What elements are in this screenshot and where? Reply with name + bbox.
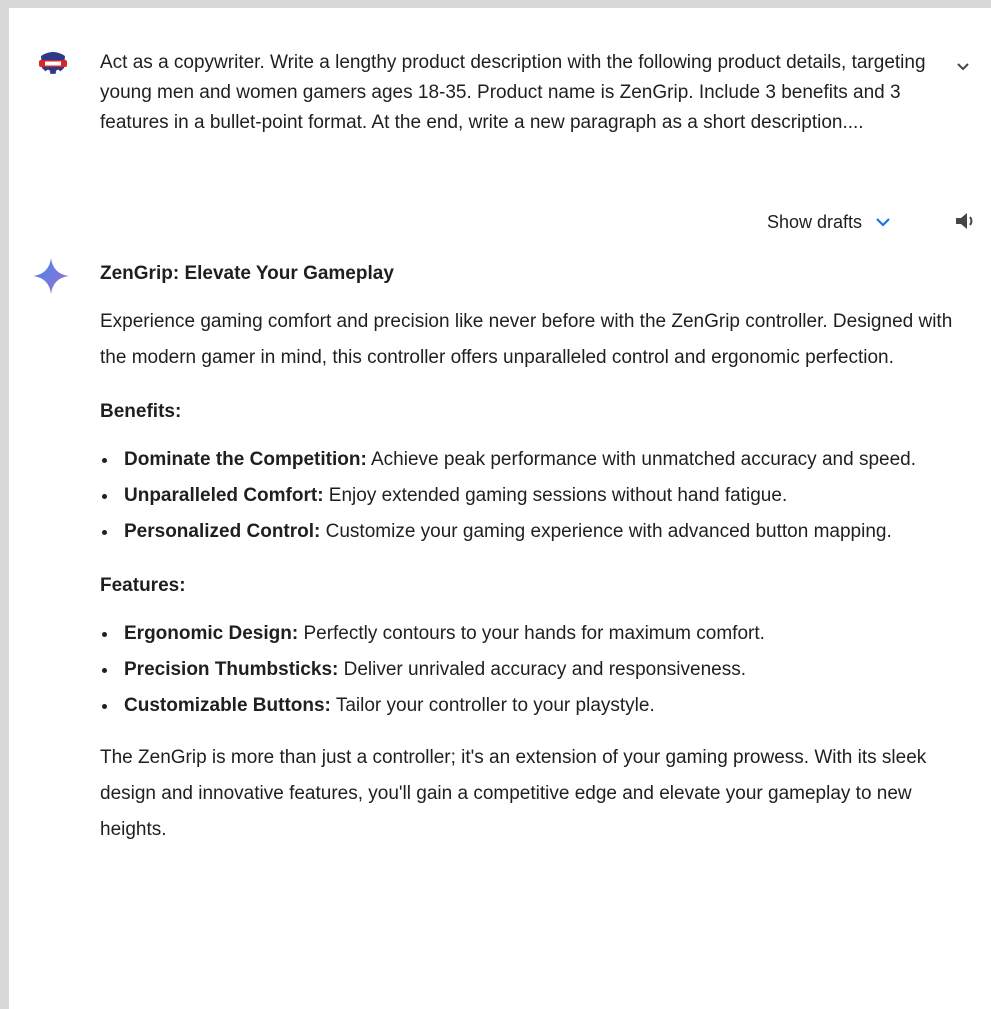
- list-item: Dominate the Competition: Achieve peak p…: [102, 442, 960, 478]
- benefit-text: Customize your gaming experience with ad…: [320, 521, 892, 542]
- chevron-down-icon: [876, 218, 890, 227]
- feature-label: Precision Thumbsticks:: [124, 659, 339, 680]
- chevron-down-icon[interactable]: [953, 56, 973, 76]
- drafts-toolbar: Show drafts: [9, 204, 991, 240]
- benefits-list: Dominate the Competition: Achieve peak p…: [100, 442, 960, 550]
- speaker-icon[interactable]: [953, 210, 977, 232]
- benefit-text: Achieve peak performance with unmatched …: [366, 449, 916, 470]
- benefit-label: Unparalleled Comfort:: [124, 485, 324, 506]
- list-item: Ergonomic Design: Perfectly contours to …: [102, 616, 960, 652]
- list-item: Precision Thumbsticks: Deliver unrivaled…: [102, 652, 960, 688]
- list-item: Personalized Control: Customize your gam…: [102, 514, 960, 550]
- feature-text: Deliver unrivaled accuracy and responsiv…: [338, 659, 746, 680]
- model-response: ZenGrip: Elevate Your Gameplay Experienc…: [100, 260, 960, 848]
- chat-frame: Act as a copywriter. Write a lengthy pro…: [9, 0, 991, 1009]
- benefits-heading: Benefits:: [100, 401, 182, 422]
- list-item: Customizable Buttons: Tailor your contro…: [102, 688, 960, 724]
- prompt-text: Act as a copywriter. Write a lengthy pro…: [100, 52, 926, 133]
- benefit-text: Enjoy extended gaming sessions without h…: [323, 485, 788, 506]
- feature-text: Perfectly contours to your hands for max…: [298, 623, 765, 644]
- response-title: ZenGrip: Elevate Your Gameplay: [100, 263, 394, 284]
- feature-label: Customizable Buttons:: [124, 695, 331, 716]
- show-drafts-button[interactable]: Show drafts: [767, 208, 894, 236]
- feature-label: Ergonomic Design:: [124, 623, 299, 644]
- response-intro: Experience gaming comfort and precision …: [100, 311, 953, 368]
- show-drafts-label: Show drafts: [767, 211, 863, 232]
- features-heading: Features:: [100, 575, 186, 596]
- benefit-label: Dominate the Competition:: [124, 449, 367, 470]
- benefit-label: Personalized Control:: [124, 521, 321, 542]
- user-prompt: Act as a copywriter. Write a lengthy pro…: [9, 28, 991, 183]
- list-item: Unparalleled Comfort: Enjoy extended gam…: [102, 478, 960, 514]
- user-avatar-icon: [39, 52, 67, 80]
- sparkle-icon: [33, 258, 69, 294]
- response-closing: The ZenGrip is more than just a controll…: [100, 747, 927, 840]
- feature-text: Tailor your controller to your playstyle…: [330, 695, 655, 716]
- features-list: Ergonomic Design: Perfectly contours to …: [100, 616, 960, 724]
